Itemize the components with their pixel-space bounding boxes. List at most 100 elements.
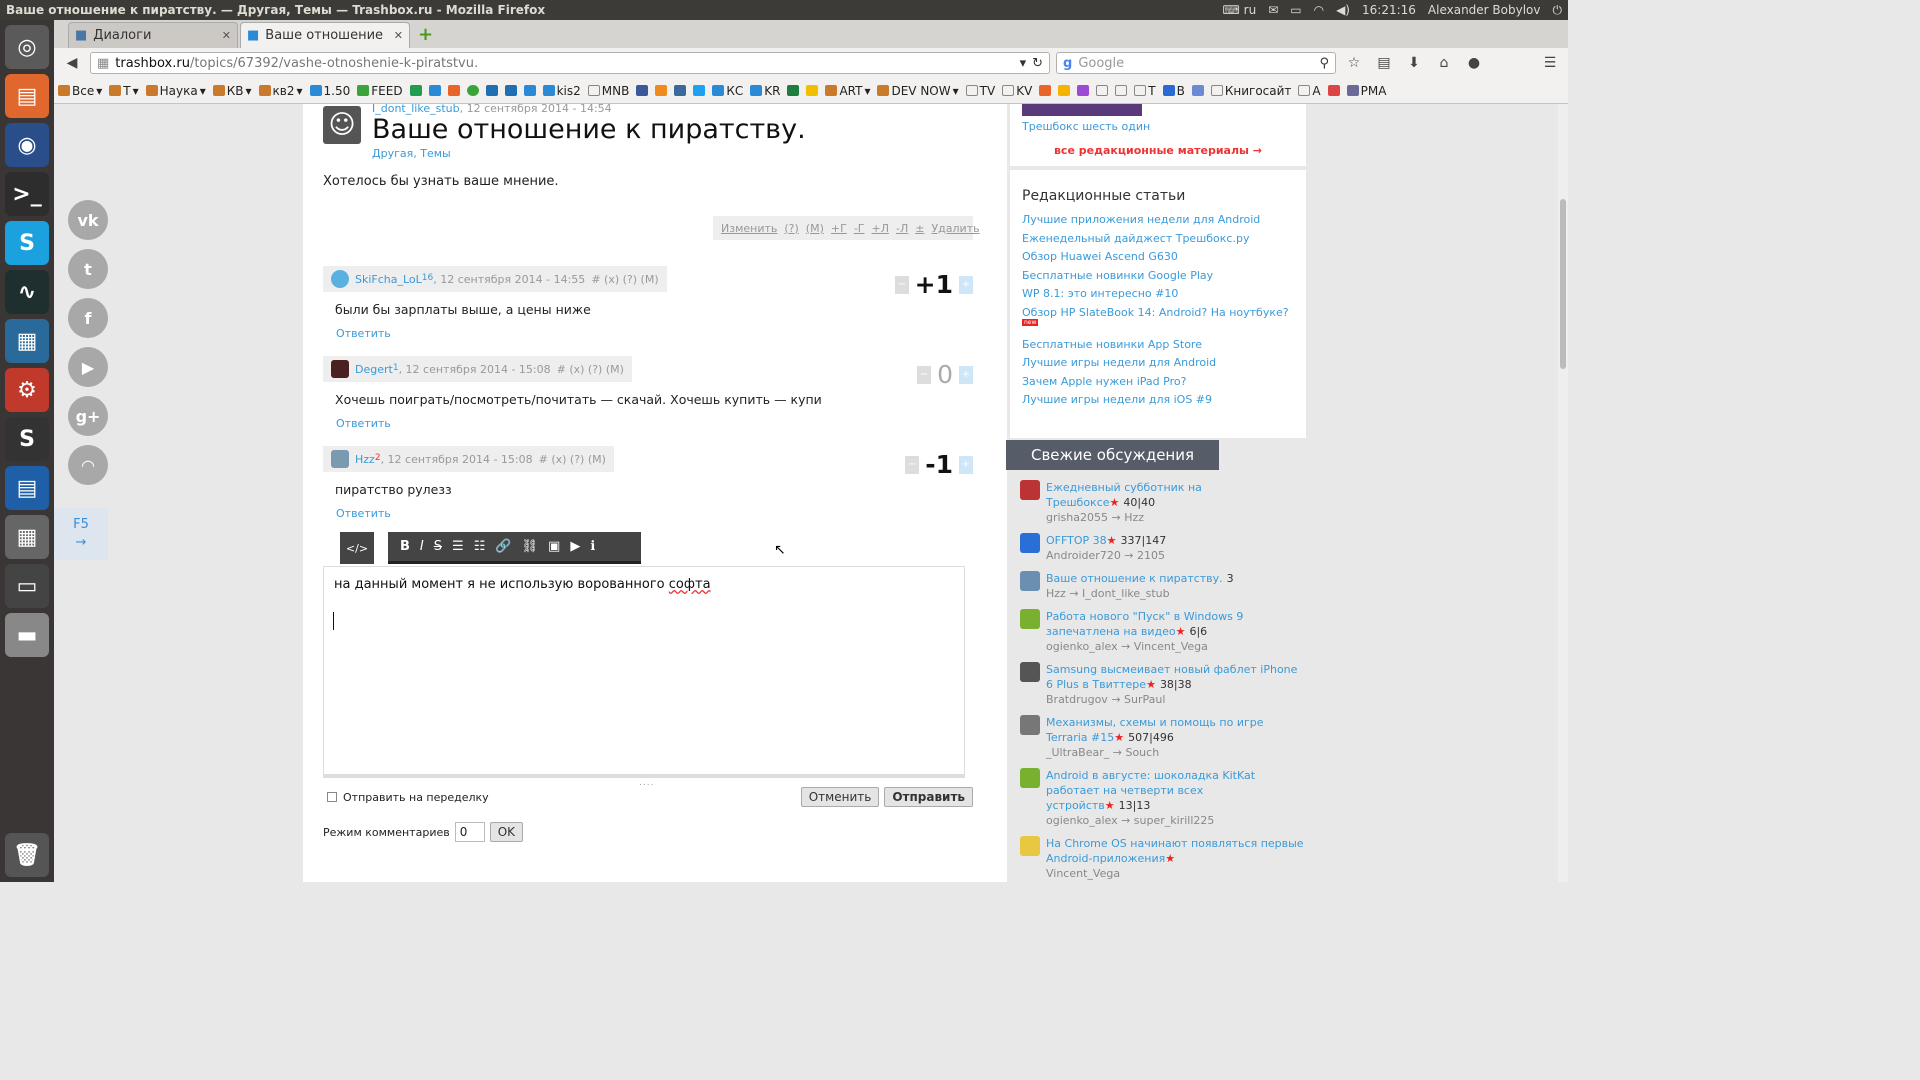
bookmark-mnb[interactable]: MNB	[587, 84, 629, 98]
rss-icon[interactable]: ◠	[68, 445, 108, 485]
reload-icon[interactable]: ↻	[1032, 56, 1043, 71]
comment-author[interactable]: Hzz	[355, 453, 375, 466]
bookmark-trello[interactable]	[485, 85, 498, 96]
bookmark-pma[interactable]: PMA	[1346, 84, 1386, 98]
downloads-icon[interactable]: ⬇	[1402, 52, 1426, 74]
firefox-icon[interactable]: ◉	[5, 123, 49, 167]
plus-g-link[interactable]: +Г	[831, 222, 847, 235]
edit-link[interactable]: Изменить	[721, 222, 777, 235]
editorial-link[interactable]: Обзор HP SlateBook 14: Android? На ноутб…	[1022, 306, 1289, 319]
volume-icon[interactable]: ◀)	[1336, 3, 1350, 17]
bookmark-art[interactable]: ART ▾	[825, 84, 870, 98]
bookmark-150[interactable]: 1.50	[309, 84, 350, 98]
discussion-avatar[interactable]	[1020, 480, 1040, 500]
bookmark-green[interactable]	[787, 85, 800, 96]
editorial-link[interactable]: Еженедельный дайджест Трешбокс.ру	[1022, 232, 1294, 245]
bookmark-ok[interactable]	[655, 85, 668, 96]
bookmark-blank1[interactable]	[1096, 85, 1109, 96]
strike-button[interactable]: S	[434, 539, 442, 554]
google-icon[interactable]: g	[1063, 56, 1072, 71]
facebook-icon[interactable]: f	[68, 298, 108, 338]
bookmark-chrome[interactable]	[466, 85, 479, 96]
dash-icon[interactable]: ◎	[5, 25, 49, 69]
bookmark-all[interactable]: Все ▾	[58, 84, 102, 98]
bookmark-kc[interactable]: КС	[712, 84, 743, 98]
discussion-avatar[interactable]	[1020, 533, 1040, 553]
link-icon[interactable]: 🔗	[495, 539, 511, 554]
bookmark-kv-page[interactable]: KV	[1002, 84, 1032, 98]
editorial-link[interactable]: Обзор Huawei Ascend G630	[1022, 250, 1294, 263]
screen-icon[interactable]: ▭	[5, 564, 49, 608]
discussion-avatar[interactable]	[1020, 609, 1040, 629]
info-icon[interactable]: ℹ	[590, 539, 595, 554]
bookmark-nauka[interactable]: Наука ▾	[145, 84, 206, 98]
settings-icon[interactable]: ⚙	[5, 368, 49, 412]
youtube-icon[interactable]: ▶	[68, 347, 108, 387]
bookmark-t-page[interactable]: T	[1134, 84, 1156, 98]
discussion-avatar[interactable]	[1020, 768, 1040, 788]
moderate-link[interactable]: (M)	[806, 222, 824, 235]
keyboard-icon[interactable]: ⌨ ru	[1223, 3, 1257, 17]
drive-icon[interactable]: ▬	[5, 613, 49, 657]
clock[interactable]: 16:21:16	[1362, 3, 1416, 17]
bookmark-feed[interactable]: FEED	[357, 84, 403, 98]
italic-button[interactable]: I	[420, 539, 424, 554]
category-other[interactable]: Другая	[372, 147, 413, 160]
tab-dialogs[interactable]: ■ Диалоги ✕	[68, 22, 238, 48]
all-editorial-link[interactable]: все редакционные материалы →	[1010, 144, 1306, 157]
search-box[interactable]: g Google ⚲	[1056, 52, 1336, 74]
avatar[interactable]	[331, 450, 349, 468]
unlink-icon[interactable]: ⛓	[522, 539, 539, 554]
ok-button[interactable]: OK	[489, 822, 524, 842]
bookmark-chat[interactable]	[674, 85, 687, 96]
writer-icon[interactable]: ▤	[5, 466, 49, 510]
new-tab-icon[interactable]: +	[418, 24, 433, 45]
ordered-list-icon[interactable]: ☰	[452, 539, 464, 554]
comment-links[interactable]: # (x) (?) (M)	[557, 363, 624, 376]
discussion-title[interactable]: OFFTOP 38	[1046, 534, 1107, 547]
bookmark-kis2[interactable]: kis2	[542, 84, 581, 98]
avatar[interactable]	[331, 360, 349, 378]
bookmark-tb2[interactable]	[523, 85, 536, 96]
bookmarks-list-icon[interactable]: ▤	[1372, 52, 1396, 74]
refresh-comments-button[interactable]: F5 →	[54, 508, 108, 560]
user-name[interactable]: Alexander Bobylov	[1428, 3, 1541, 17]
bookmark-tb[interactable]	[428, 85, 441, 96]
close-tab-icon[interactable]: ✕	[222, 29, 231, 42]
bookmark-grid[interactable]	[1191, 85, 1204, 96]
address-bar[interactable]: ▦ trashbox.ru/topics/67392/vashe-otnoshe…	[90, 52, 1050, 74]
plus-l-link[interactable]: +Л	[872, 222, 890, 235]
delete-link[interactable]: Удалить	[931, 222, 979, 235]
avatar[interactable]	[331, 270, 349, 288]
bookmark-facebook[interactable]	[636, 85, 649, 96]
bookmark-sheets[interactable]	[409, 85, 422, 96]
editorial-link[interactable]: Лучшие приложения недели для Android	[1022, 213, 1294, 226]
comment-links[interactable]: # (x) (?) (M)	[539, 453, 606, 466]
editorial-link[interactable]: Бесплатные новинки App Store	[1022, 338, 1294, 351]
bookmark-tv[interactable]: TV	[965, 84, 995, 98]
monitor-graph-icon[interactable]: ▦	[5, 319, 49, 363]
trash-icon[interactable]: 🗑	[5, 833, 49, 877]
plusminus-link[interactable]: ±	[915, 222, 924, 235]
bookmark-knigosait[interactable]: Книгосайт	[1210, 84, 1291, 98]
files-icon[interactable]: ▤	[5, 74, 49, 118]
discussion-avatar[interactable]	[1020, 571, 1040, 591]
teaser-image[interactable]	[1022, 104, 1142, 116]
editorial-link[interactable]: Зачем Apple нужен iPad Pro?	[1022, 375, 1294, 388]
vote-down-button[interactable]: −	[894, 275, 909, 294]
twitter-icon[interactable]: t	[68, 249, 108, 289]
minus-g-link[interactable]: -Г	[854, 222, 865, 235]
bookmark-kv[interactable]: КВ ▾	[212, 84, 252, 98]
menu-icon[interactable]: ☰	[1538, 52, 1562, 74]
mail-icon[interactable]: ✉	[1268, 3, 1278, 17]
battery-icon[interactable]: ▭	[1290, 3, 1301, 17]
editorial-link[interactable]: Бесплатные новинки Google Play	[1022, 269, 1294, 282]
bookmark-kv2[interactable]: кв2 ▾	[258, 84, 303, 98]
editorial-link[interactable]: WP 8.1: это интересно #10	[1022, 287, 1294, 300]
bookmark-twitter[interactable]	[693, 85, 706, 96]
help-link[interactable]: (?)	[784, 222, 798, 235]
bookmark-star-icon[interactable]: ☆	[1342, 52, 1366, 74]
bookmark-t[interactable]: Т ▾	[109, 84, 139, 98]
discussion-avatar[interactable]	[1020, 662, 1040, 682]
comment-author[interactable]: Degert	[355, 363, 393, 376]
